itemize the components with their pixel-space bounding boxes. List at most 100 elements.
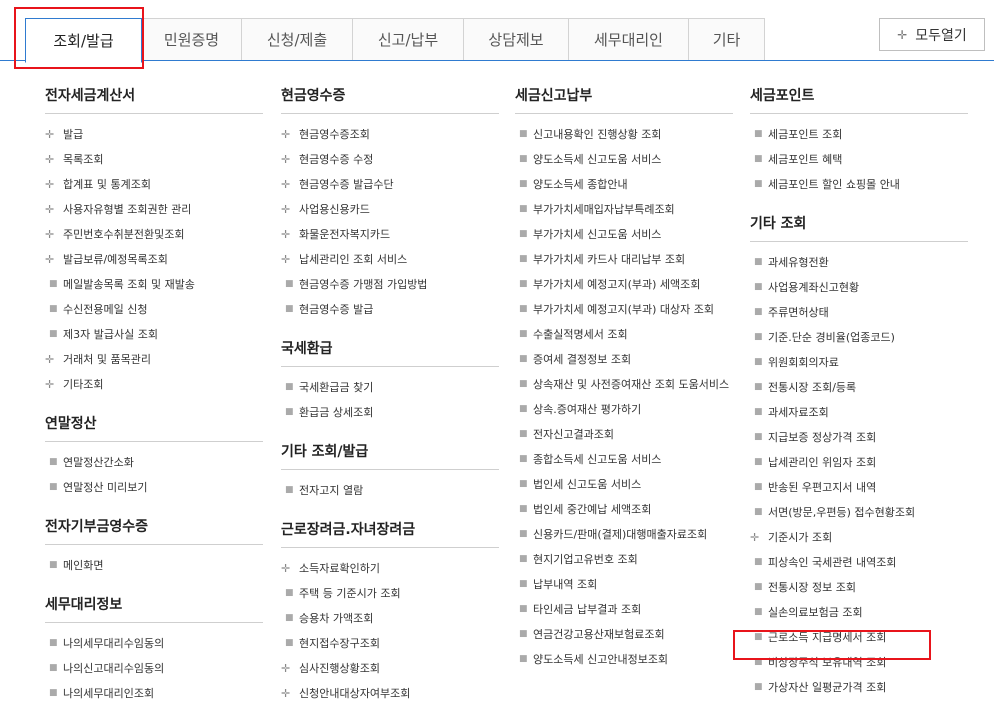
expand-plus-icon: ✛ (45, 353, 55, 366)
menu-item[interactable]: ■ 가상자산 일평균가격 조회 (750, 675, 968, 700)
menu-item[interactable]: ■ 법인세 신고도움 서비스 (515, 472, 733, 497)
menu-item[interactable]: ■ 현금영수증 발급 (281, 297, 499, 322)
menu-item[interactable]: ✛ 발급보류/예정목록조회 (45, 247, 263, 272)
menu-item[interactable]: ■ 메일발송목록 조회 및 재발송 (45, 272, 263, 297)
menu-section: 세금신고납부 ■ 신고내용확인 진행상황 조회 ■ 양도소득세 신고도움 서비스 ■ 양도소… (515, 85, 733, 672)
menu-item[interactable]: ✛ 심사진행상황조회 (281, 656, 499, 681)
menu-item[interactable]: ✛ 사용자유형별 조회권한 관리 (45, 197, 263, 222)
menu-item[interactable]: ■ 타인세금 납부결과 조회 (515, 597, 733, 622)
menu-item[interactable]: ■ 사업용계좌신고현황 (750, 275, 968, 300)
menu-item[interactable]: ■ 연말정산간소화 (45, 450, 263, 475)
tab-civil-certificate[interactable]: 민원증명 (142, 18, 242, 61)
menu-item[interactable]: ■ 양도소득세 종합안내 (515, 172, 733, 197)
tab-tax-agent[interactable]: 세무대리인 (569, 18, 689, 61)
menu-item[interactable]: ■ 반송된 우편고지서 내역 (750, 475, 968, 500)
menu-item[interactable]: ■ 부가가치세매입자납부특례조회 (515, 197, 733, 222)
bullet-icon: ■ (754, 607, 763, 617)
menu-item[interactable]: ■ 국세환급금 찾기 (281, 375, 499, 400)
menu-item[interactable]: ■ 과세유형전환 (750, 250, 968, 275)
menu-item-label: 합계표 및 통계조회 (63, 178, 151, 191)
menu-item[interactable]: ✛ 사업용신용카드 (281, 197, 499, 222)
menu-item[interactable]: ■ 과세자료조회 (750, 400, 968, 425)
menu-item[interactable]: ■ 환급금 상세조회 (281, 400, 499, 425)
menu-item[interactable]: ✛ 발급 (45, 122, 263, 147)
menu-item[interactable]: ■ 현금영수증 가맹점 가입방법 (281, 272, 499, 297)
menu-item[interactable]: ■ 부가가치세 신고도움 서비스 (515, 222, 733, 247)
expand-all-label: 모두열기 (915, 27, 967, 44)
menu-item[interactable]: ■ 세금포인트 조회 (750, 122, 968, 147)
tab-consult-report[interactable]: 상담제보 (464, 18, 569, 61)
tab-label: 민원증명 (163, 31, 220, 49)
tab-apply-submit[interactable]: 신청/제출 (242, 18, 353, 61)
menu-item[interactable]: ✛ 화물운전자복지카드 (281, 222, 499, 247)
tab-etc[interactable]: 기타 (689, 18, 765, 61)
menu-item-label: 현금영수증 발급 (299, 303, 374, 316)
menu-item[interactable]: ■ 주택 등 기준시가 조회 (281, 581, 499, 606)
menu-item[interactable]: ■ 전통시장 정보 조회 (750, 575, 968, 600)
menu-item[interactable]: ■ 증여세 결정정보 조회 (515, 347, 733, 372)
menu-item[interactable]: ■ 전자신고결과조회 (515, 422, 733, 447)
menu-item[interactable]: ■ 주류면허상태 (750, 300, 968, 325)
menu-item[interactable]: ✛ 현금영수증 수정 (281, 147, 499, 172)
menu-item[interactable]: ■ 전자고지 열람 (281, 478, 499, 503)
menu-item[interactable]: ■ 상속재산 및 사전증여재산 조회 도움서비스 (515, 372, 733, 397)
menu-item[interactable]: ■ 비상장주식 보유내역 조회 (750, 650, 968, 675)
menu-item[interactable]: ■ 연말정산 미리보기 (45, 475, 263, 500)
menu-item[interactable]: ✛ 현금영수증 발급수단 (281, 172, 499, 197)
menu-item[interactable]: ■ 수출실적명세서 조회 (515, 322, 733, 347)
menu-item[interactable]: ■ 나의세무대리수임동의 (45, 631, 263, 656)
menu-item[interactable]: ■ 나의세무대리인조회 (45, 681, 263, 706)
menu-item[interactable]: ■ 메인화면 (45, 553, 263, 578)
menu-item[interactable]: ✛ 합계표 및 통계조회 (45, 172, 263, 197)
menu-item[interactable]: ■ 신고내용확인 진행상황 조회 (515, 122, 733, 147)
menu-item[interactable]: ■ 현지기업고유번호 조회 (515, 547, 733, 572)
menu-item-label: 비상장주식 보유내역 조회 (768, 656, 887, 669)
tab-report-pay[interactable]: 신고/납부 (353, 18, 464, 61)
expand-plus-icon: ✛ (281, 253, 291, 266)
menu-item[interactable]: ■ 제3자 발급사실 조회 (45, 322, 263, 347)
menu-item[interactable]: ■ 납세관리인 위임자 조회 (750, 450, 968, 475)
menu-item[interactable]: ■ 연금건강고용산재보험료조회 (515, 622, 733, 647)
menu-item[interactable]: ■ 부가가치세 카드사 대리납부 조회 (515, 247, 733, 272)
menu-item[interactable]: ■ 상속.증여재산 평가하기 (515, 397, 733, 422)
menu-item[interactable]: ■ 전통시장 조회/등록 (750, 375, 968, 400)
menu-item[interactable]: ✛ 신청안내대상자여부조회 (281, 681, 499, 706)
menu-item[interactable]: ■ 나의신고대리수임동의 (45, 656, 263, 681)
section-title: 전자기부금영수증 (45, 516, 263, 545)
menu-item[interactable]: ■ 근로소득 지급명세서 조회 (750, 625, 968, 650)
menu-column-2: 현금영수증 ✛ 현금영수증조회 ✛ 현금영수증 수정 ✛ 현금영수증 발급수단 ✛ 사업용신용카… (281, 85, 499, 714)
menu-item[interactable]: ■ 납부내역 조회 (515, 572, 733, 597)
menu-item[interactable]: ■ 종합소득세 신고도움 서비스 (515, 447, 733, 472)
bullet-icon: ■ (519, 604, 528, 614)
menu-item[interactable]: ■ 양도소득세 신고도움 서비스 (515, 147, 733, 172)
menu-item[interactable]: ■ 피상속인 국세관련 내역조회 (750, 550, 968, 575)
menu-item[interactable]: ■ 실손의료보험금 조회 (750, 600, 968, 625)
menu-item[interactable]: ✛ 기준시가 조회 (750, 525, 968, 550)
menu-item[interactable]: ■ 신용카드/판매(결제)대행매출자료조회 (515, 522, 733, 547)
menu-item[interactable]: ■ 부가가치세 예정고지(부과) 대상자 조회 (515, 297, 733, 322)
menu-item[interactable]: ■ 승용차 가액조회 (281, 606, 499, 631)
menu-item[interactable]: ■ 서면(방문,우편등) 접수현황조회 (750, 500, 968, 525)
menu-item[interactable]: ■ 부가가치세 예정고지(부과) 세액조회 (515, 272, 733, 297)
expand-all-button[interactable]: ✛ 모두열기 (879, 18, 985, 51)
bullet-icon: ■ (519, 154, 528, 164)
menu-item[interactable]: ■ 세금포인트 혜택 (750, 147, 968, 172)
tab-inquiry-issue[interactable]: 조회/발급 (25, 18, 142, 63)
menu-item[interactable]: ✛ 목록조회 (45, 147, 263, 172)
menu-item[interactable]: ✛ 기타조회 (45, 372, 263, 397)
menu-item[interactable]: ✛ 주민번호수취분전환및조회 (45, 222, 263, 247)
bullet-icon: ■ (519, 479, 528, 489)
menu-item[interactable]: ■ 수신전용메일 신청 (45, 297, 263, 322)
menu-item[interactable]: ✛ 현금영수증조회 (281, 122, 499, 147)
menu-item[interactable]: ■ 기준.단순 경비율(업종코드) (750, 325, 968, 350)
menu-item[interactable]: ■ 법인세 중간예납 세액조회 (515, 497, 733, 522)
menu-item[interactable]: ✛ 거래처 및 품목관리 (45, 347, 263, 372)
menu-item[interactable]: ■ 현지접수장구조회 (281, 631, 499, 656)
menu-item[interactable]: ■ 지급보증 정상가격 조회 (750, 425, 968, 450)
menu-item[interactable]: ✛ 납세관리인 조회 서비스 (281, 247, 499, 272)
menu-item[interactable]: ■ 양도소득세 신고안내정보조회 (515, 647, 733, 672)
menu-item[interactable]: ✛ 소득자료확인하기 (281, 556, 499, 581)
menu-item-label: 부가가치세 예정고지(부과) 세액조회 (533, 278, 701, 291)
menu-item[interactable]: ■ 위원회회의자료 (750, 350, 968, 375)
menu-item[interactable]: ■ 세금포인트 할인 쇼핑몰 안내 (750, 172, 968, 197)
